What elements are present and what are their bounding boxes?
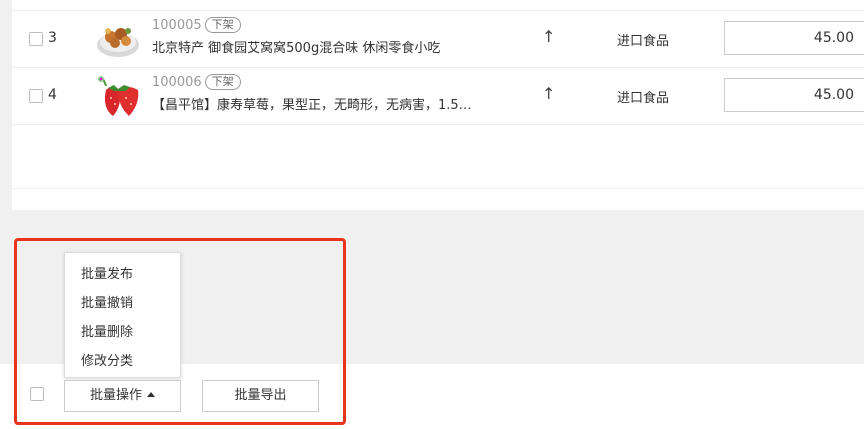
product-category: 进口食品 [617,91,670,106]
row-index: 4 [48,87,57,103]
select-all-checkbox[interactable] [30,387,44,401]
price-input[interactable]: 45.00 [724,78,864,112]
product-id-text: 100006 [152,75,202,90]
product-name[interactable]: 【昌平馆】康寿草莓，果型正，无畸形，无病害，1.5… [152,94,472,113]
batch-dropdown-menu: 批量发布 批量撤销 批量删除 修改分类 [64,252,181,378]
price-input[interactable]: 45.00 [724,21,864,55]
status-badge: 下架 [204,74,241,90]
menu-item-change-category[interactable]: 修改分类 [81,350,133,369]
table-row: 4 100006 下架 【昌平馆】康寿草莓，果型正，无畸形，无病害，1.5… ↑ … [12,68,864,125]
menu-item-batch-publish[interactable]: 批量发布 [81,263,133,282]
row-checkbox[interactable] [29,89,43,103]
menu-item-batch-delete[interactable]: 批量删除 [81,321,133,340]
batch-export-button[interactable]: 批量导出 [202,380,319,412]
caret-up-icon [147,392,155,397]
product-table: 3 100005 下架 北京特产 御食园艾窝窝500g混合味 休闲零食小吃 ↑ 进… [12,0,864,210]
product-id-text: 100005 [152,18,202,33]
product-category: 进口食品 [617,34,670,49]
menu-item-batch-revoke[interactable]: 批量撤销 [81,292,133,311]
sort-up-icon[interactable]: ↑ [542,84,555,103]
row-checkbox[interactable] [29,32,43,46]
status-badge: 下架 [204,17,241,33]
product-id: 100005 下架 [152,17,241,33]
batch-operation-label: 批量操作 [89,388,142,403]
snack-thumbnail-icon [97,28,139,57]
row-index: 3 [48,30,57,46]
batch-operation-button[interactable]: 批量操作 [64,380,181,412]
table-row: 3 100005 下架 北京特产 御食园艾窝窝500g混合味 休闲零食小吃 ↑ 进… [12,11,864,68]
batch-export-label: 批量导出 [234,388,287,403]
sort-up-icon[interactable]: ↑ [542,27,555,46]
product-name[interactable]: 北京特产 御食园艾窝窝500g混合味 休闲零食小吃 [152,37,440,56]
table-divider [12,188,864,189]
strawberry-thumbnail-icon [98,76,139,116]
product-id: 100006 下架 [152,74,241,90]
